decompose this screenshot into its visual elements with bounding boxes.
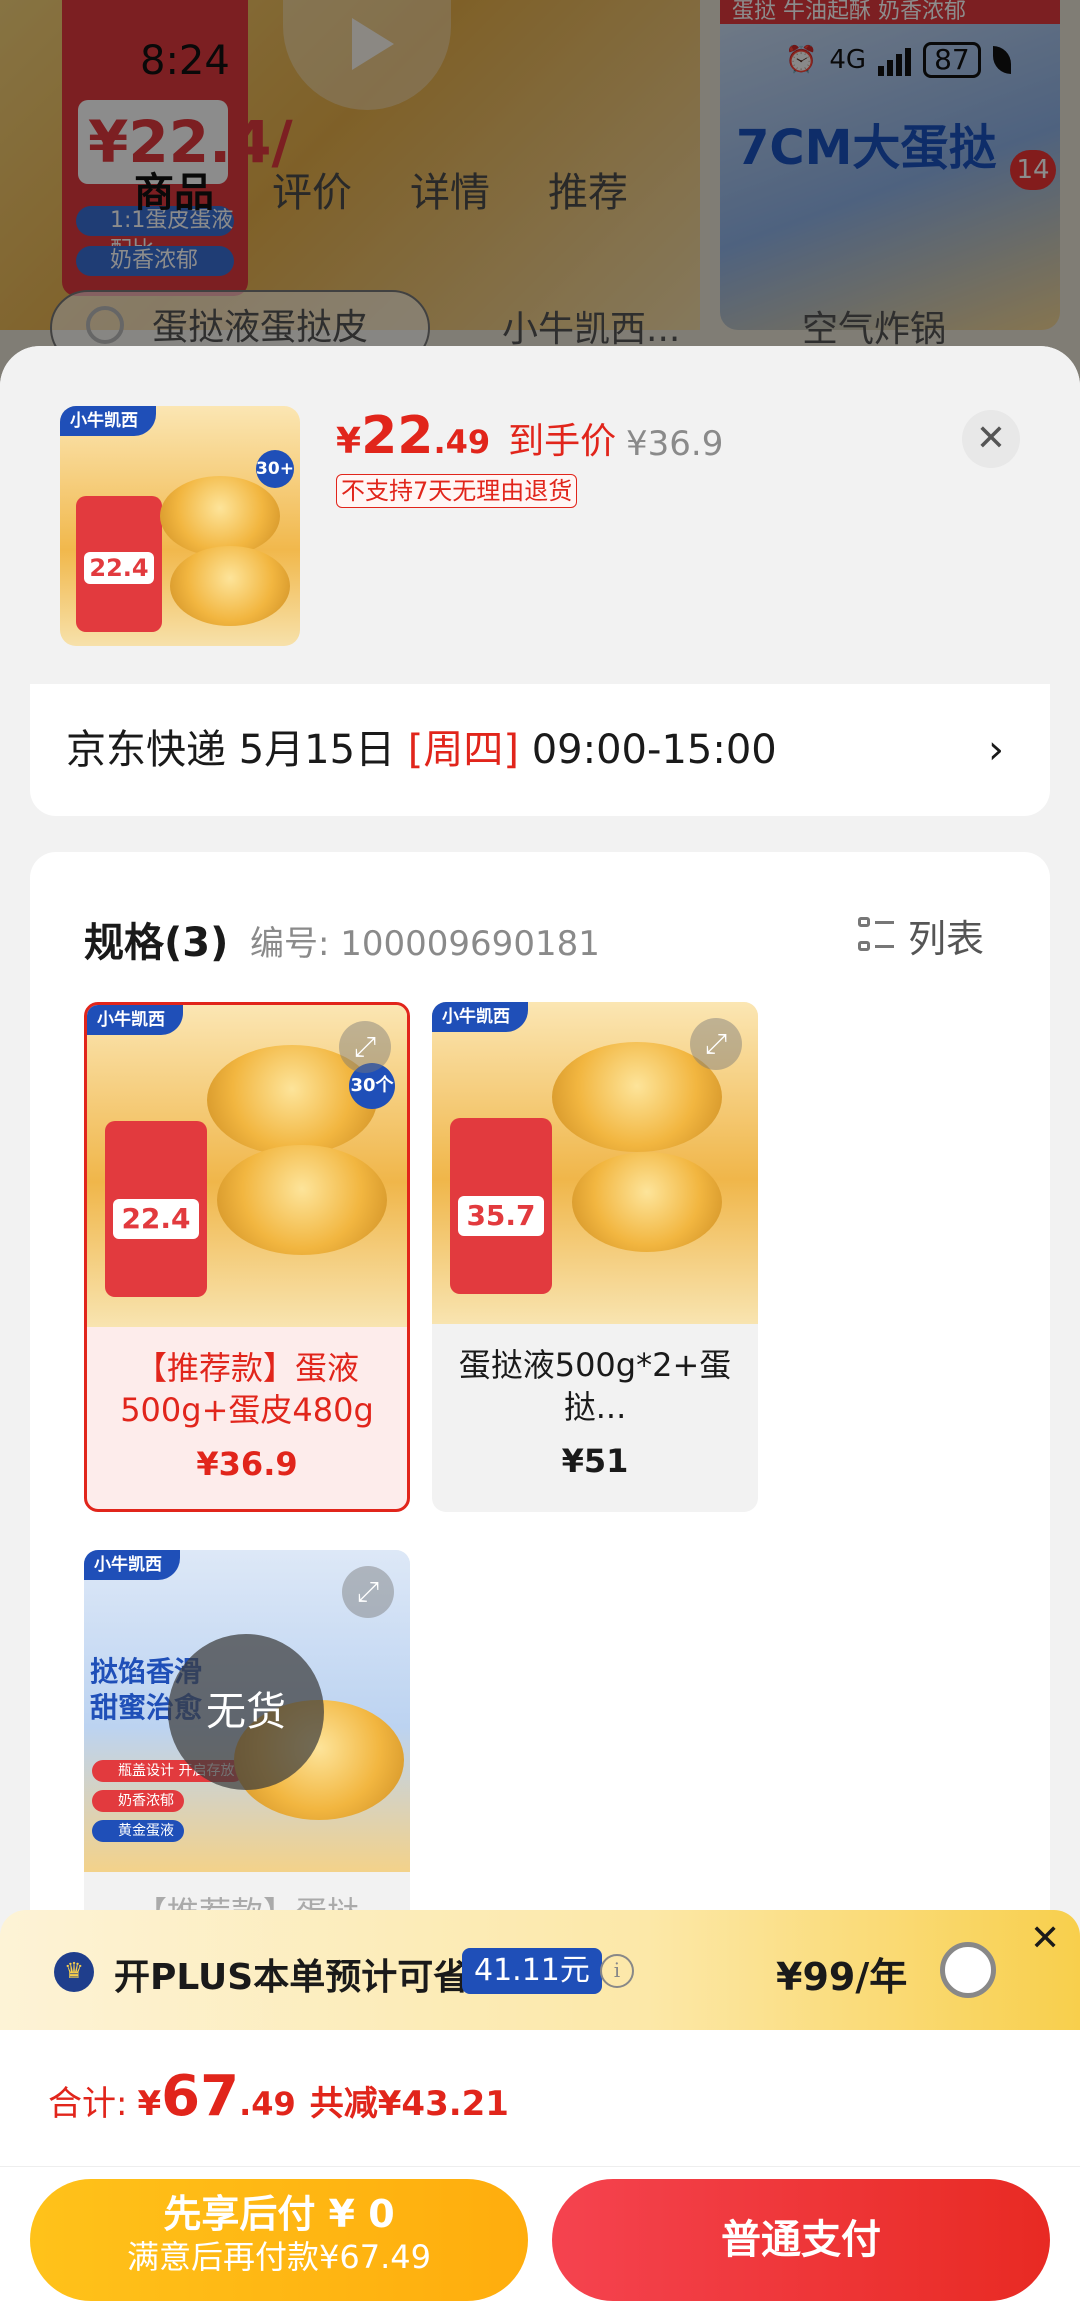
mini-promo-poster: 22.4	[76, 496, 162, 632]
list-icon	[858, 916, 894, 955]
spec-option-price: ¥36.9	[196, 1445, 298, 1483]
delivery-row[interactable]: 京东快递 5月15日 [周四] 09:00-15:00 ›	[30, 684, 1050, 816]
egg-tart-image	[160, 476, 280, 556]
spec-title: 规格(3)	[84, 920, 229, 966]
close-icon[interactable]: ✕	[1030, 1918, 1060, 1959]
plus-saving-badge: 41.11元	[462, 1948, 602, 1994]
mini-poster-price: 22.4	[113, 1199, 199, 1239]
egg-tart-image	[217, 1145, 387, 1255]
spec-option-image: 小牛凯西 22.4 30个 ⤢	[87, 1005, 407, 1327]
price-currency: ¥	[336, 421, 362, 462]
product-thumbnail[interactable]: 小牛凯西 22.4 30+	[60, 406, 300, 646]
delivery-time-window: 09:00-15:00	[531, 727, 777, 773]
list-view-label: 列表	[908, 917, 985, 961]
info-icon[interactable]: i	[600, 1954, 634, 1988]
crown-icon: ♛	[54, 1952, 94, 1992]
head-price: ¥ 22 .49 到手价	[336, 406, 616, 466]
mini-poster-price: 35.7	[458, 1196, 544, 1236]
action-bar: 先享后付 ¥ 0 满意后再付款¥67.49 普通支付	[0, 2166, 1080, 2310]
sold-out-badge: 无货	[168, 1634, 324, 1790]
egg-tart-image	[170, 546, 290, 626]
egg-tart-image	[572, 1152, 722, 1252]
list-view-toggle[interactable]: 列表	[858, 908, 984, 963]
plus-promo-bar[interactable]: ♛ 开PLUS本单预计可省 41.11元 i ¥99/年 ✕	[0, 1910, 1080, 2030]
mini-promo-poster: 35.7	[450, 1118, 552, 1294]
spec-option[interactable]: 小牛凯西 挞馅香滑甜蜜治愈 瓶盖设计 开启存放 奶香浓郁 黄金蛋液 无货 ⤢ 【…	[84, 1550, 410, 1970]
spec-option-price: ¥51	[561, 1442, 629, 1480]
pay-later-title: 先享后付 ¥ 0	[163, 2192, 395, 2236]
pay-later-button[interactable]: 先享后付 ¥ 0 满意后再付款¥67.49	[30, 2179, 528, 2301]
delivery-carrier: 京东快递	[66, 727, 226, 773]
pay-now-button[interactable]: 普通支付	[552, 2179, 1050, 2301]
brand-tag: 小牛凯西	[87, 1005, 183, 1035]
spec-option[interactable]: 小牛凯西 22.4 30个 ⤢ 【推荐款】蛋液500g+蛋皮480g ¥36.9	[84, 1002, 410, 1512]
original-price: ¥36.9	[626, 424, 724, 464]
price-label: 到手价	[508, 421, 617, 462]
total-discount: 共减¥43.21	[309, 2084, 509, 2124]
spec-option-name: 蛋挞液500g*2+蛋挞...	[458, 1346, 732, 1426]
total-bar: 合计: ¥ 67 .49 共减¥43.21	[0, 2030, 1080, 2166]
no-return-badge: 不支持7天无理由退货	[336, 474, 578, 508]
spec-option-image: 小牛凯西 挞馅香滑甜蜜治愈 瓶盖设计 开启存放 奶香浓郁 黄金蛋液 无货 ⤢	[84, 1550, 410, 1872]
order-total: 合计: ¥ 67 .49 共减¥43.21	[48, 2064, 509, 2129]
pay-later-subtitle: 满意后再付款¥67.49	[127, 2238, 431, 2276]
brand-tag: 小牛凯西	[432, 1002, 528, 1032]
brand-tag: 小牛凯西	[84, 1550, 180, 1580]
spec-code: 编号: 100009690181	[250, 924, 600, 964]
mini-promo-poster: 22.4	[105, 1121, 207, 1297]
feature-pill: 奶香浓郁	[92, 1790, 184, 1812]
close-button[interactable]: ✕	[962, 410, 1020, 468]
brand-tag: 小牛凯西	[60, 406, 156, 436]
chevron-right-icon: ›	[988, 727, 1004, 773]
sheet-header: 小牛凯西 22.4 30+ ¥ 22 .49 到手价 ¥36.9 不支持7天无理…	[0, 346, 1080, 680]
spec-option[interactable]: 小牛凯西 35.7 ⤢ 蛋挞液500g*2+蛋挞... ¥51	[432, 1002, 758, 1512]
expand-icon[interactable]: ⤢	[339, 1021, 391, 1073]
price-decimal: .49	[433, 423, 491, 461]
price-integer: 22	[361, 406, 434, 466]
total-currency: ¥	[137, 2084, 162, 2124]
total-integer: 67	[161, 2064, 240, 2129]
close-icon: ✕	[975, 418, 1007, 459]
spec-option-name: 【推荐款】蛋液500g+蛋皮480g	[120, 1349, 374, 1429]
delivery-weekday: [周四]	[407, 727, 520, 773]
spec-option-image: 小牛凯西 35.7 ⤢	[432, 1002, 758, 1324]
total-decimal: .49	[239, 2085, 296, 2123]
feature-pill: 黄金蛋液	[92, 1820, 184, 1842]
expand-icon[interactable]: ⤢	[690, 1018, 742, 1070]
plus-promo-text: 开PLUS本单预计可省	[114, 1957, 470, 1998]
plus-price: ¥99/年	[776, 1955, 908, 1999]
expand-icon[interactable]: ⤢	[342, 1566, 394, 1618]
delivery-date: 5月15日	[238, 727, 396, 773]
plus-select-radio[interactable]	[940, 1942, 996, 1998]
total-label: 合计:	[48, 2084, 128, 2124]
mini-poster-price: 22.4	[84, 552, 154, 584]
count-badge: 30+	[256, 450, 294, 488]
